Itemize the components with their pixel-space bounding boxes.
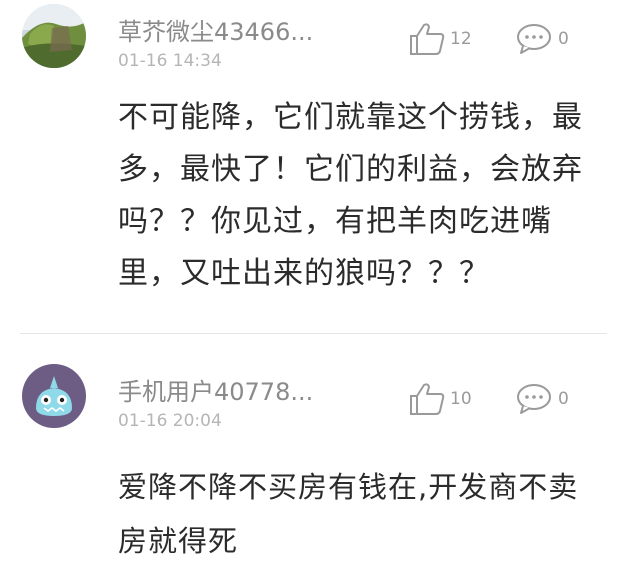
comment-text: 爱降不降不买房有钱在,开发商不卖房就得死	[118, 470, 579, 558]
user-avatar[interactable]	[22, 364, 86, 428]
chat-bubble-icon	[517, 384, 551, 414]
comment-text: 不可能降，它们就靠这个捞钱，最多，最快了！它们的利益，会放弃吗？？你见过，有把羊…	[118, 100, 583, 291]
like-count: 10	[450, 389, 472, 409]
reply-count: 0	[558, 29, 569, 49]
monster-avatar-icon	[22, 364, 86, 428]
thumbs-up-icon	[410, 23, 445, 55]
username[interactable]: 手机用户40778...	[118, 372, 313, 407]
chat-bubble-icon	[517, 24, 551, 54]
like-button[interactable]: 12	[408, 22, 472, 56]
like-count: 12	[450, 29, 472, 49]
landscape-avatar-icon	[22, 4, 86, 68]
reply-count: 0	[558, 389, 569, 409]
reply-button[interactable]: 0	[516, 383, 569, 415]
reply-button[interactable]: 0	[516, 23, 569, 55]
user-avatar[interactable]	[22, 4, 86, 68]
username[interactable]: 草芥微尘43466...	[118, 12, 313, 47]
like-button[interactable]: 10	[408, 382, 472, 416]
thumbs-up-icon	[410, 383, 445, 415]
comment-item: 手机用户40778... 01-16 20:04 10 0 爱降不降不买房有钱在…	[0, 334, 619, 569]
comment-item: 草芥微尘43466... 01-16 14:34 12 0 不可能降，它们就靠这…	[0, 0, 619, 334]
comment-time: 01-16 20:04	[118, 411, 222, 431]
comment-time: 01-16 14:34	[118, 51, 222, 71]
